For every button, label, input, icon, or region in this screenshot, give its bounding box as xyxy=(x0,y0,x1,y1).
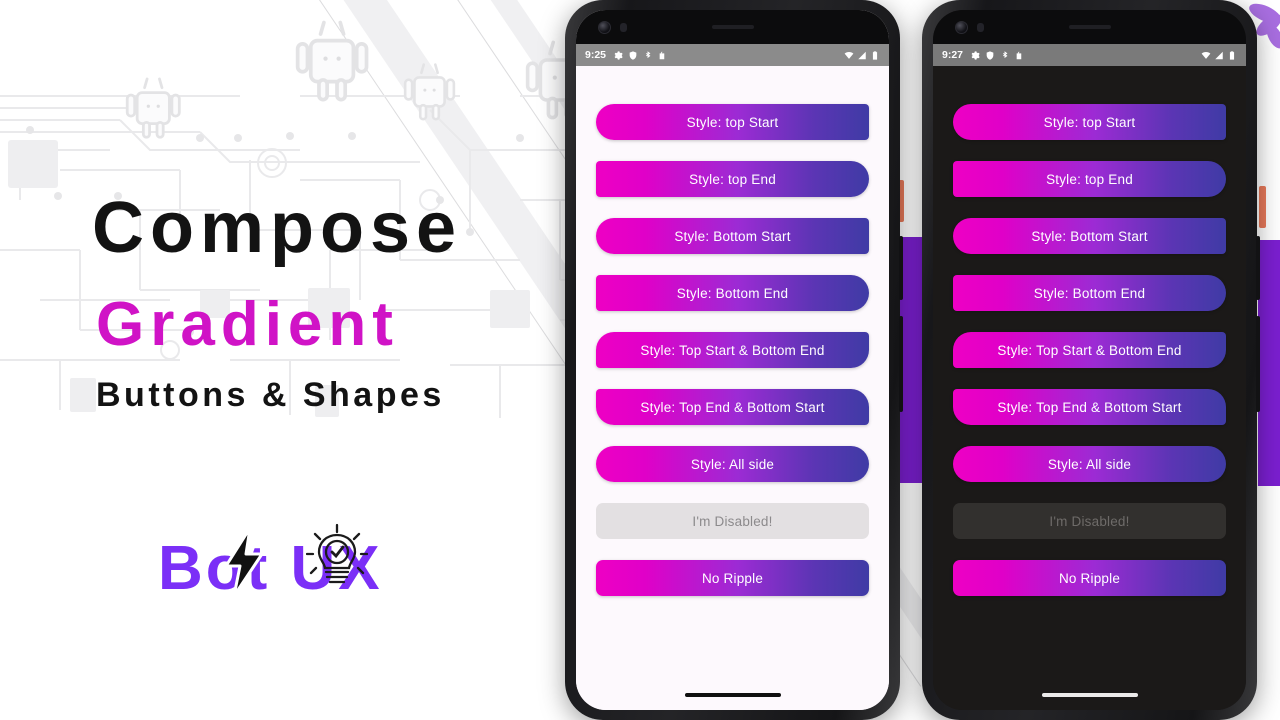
gesture-pill[interactable] xyxy=(684,693,781,697)
phone-dark: 9:27 Style: top Start Style: top End Sty… xyxy=(922,0,1260,720)
phone-screen-dark: 9:27 Style: top Start Style: top End Sty… xyxy=(933,10,1246,710)
gradient-button-top-end-bottom-start[interactable]: Style: Top End & Bottom Start xyxy=(953,389,1226,425)
camera-icon xyxy=(598,21,611,34)
gradient-button-bottom-start[interactable]: Style: Bottom Start xyxy=(596,218,869,254)
promo-banner: Compose Gradient Buttons & Shapes Bot UX xyxy=(0,0,1280,720)
gradient-button-top-start-bottom-end[interactable]: Style: Top Start & Bottom End xyxy=(953,332,1226,368)
page-title: Compose xyxy=(92,188,463,268)
bluetooth-icon xyxy=(1003,50,1008,58)
orange-accent-right xyxy=(1259,186,1266,228)
phone-screen-light: 9:25 Style: top Start Style: top End Sty… xyxy=(576,10,889,710)
gradient-button-top-start-bottom-end[interactable]: Style: Top Start & Bottom End xyxy=(596,332,869,368)
bag-icon xyxy=(1016,51,1022,59)
status-right-icons xyxy=(1201,50,1237,61)
battery-icon xyxy=(872,50,878,60)
button-list-dark: Style: top Start Style: top End Style: B… xyxy=(933,66,1246,680)
gradient-button-top-end-bottom-start[interactable]: Style: Top End & Bottom Start xyxy=(596,389,869,425)
no-ripple-button[interactable]: No Ripple xyxy=(953,560,1226,596)
phone-power-button[interactable] xyxy=(899,236,903,300)
bluetooth-icon xyxy=(646,50,651,58)
status-bar: 9:27 xyxy=(933,44,1246,66)
gesture-pill[interactable] xyxy=(1041,693,1138,697)
gradient-button-all-side[interactable]: Style: All side xyxy=(953,446,1226,482)
status-right-icons xyxy=(844,50,880,61)
shield-icon xyxy=(986,50,994,60)
purple-accent-block-right xyxy=(1258,240,1280,486)
bag-icon xyxy=(659,51,665,59)
brand-logo: Bot UX xyxy=(158,523,388,622)
signal-icon xyxy=(1215,51,1223,59)
page-tagline: Buttons & Shapes xyxy=(96,376,445,414)
page-subtitle: Gradient xyxy=(96,290,399,359)
phone-bezel-top xyxy=(576,10,889,44)
lightning-bolt-icon xyxy=(224,526,264,598)
gradient-button-top-start[interactable]: Style: top Start xyxy=(596,104,869,140)
lightbulb-check-icon xyxy=(306,523,368,584)
gradient-button-all-side[interactable]: Style: All side xyxy=(596,446,869,482)
sensor-icon xyxy=(977,23,984,32)
gesture-nav-bar xyxy=(576,680,889,710)
speaker-grille-icon xyxy=(711,25,754,29)
wifi-icon xyxy=(844,51,854,59)
gradient-button-bottom-end[interactable]: Style: Bottom End xyxy=(596,275,869,311)
gradient-button-top-end[interactable]: Style: top End xyxy=(953,161,1226,197)
camera-icon xyxy=(955,21,968,34)
phone-power-button[interactable] xyxy=(1256,236,1260,300)
gesture-nav-bar xyxy=(933,680,1246,710)
phone-bezel-top xyxy=(933,10,1246,44)
no-ripple-button[interactable]: No Ripple xyxy=(596,560,869,596)
battery-icon xyxy=(1229,50,1235,60)
speaker-grille-icon xyxy=(1068,25,1111,29)
status-time: 9:25 xyxy=(585,49,607,61)
gradient-button-top-start[interactable]: Style: top Start xyxy=(953,104,1226,140)
shield-icon xyxy=(629,50,637,60)
gradient-button-bottom-end[interactable]: Style: Bottom End xyxy=(953,275,1226,311)
status-bar: 9:25 xyxy=(576,44,889,66)
status-time: 9:27 xyxy=(942,49,964,61)
disabled-button: I'm Disabled! xyxy=(953,503,1226,539)
phone-volume-button[interactable] xyxy=(1256,316,1260,412)
gradient-button-bottom-start[interactable]: Style: Bottom Start xyxy=(953,218,1226,254)
gear-icon xyxy=(971,50,980,60)
sensor-icon xyxy=(620,23,627,32)
hero-text-block: Compose Gradient Buttons & Shapes xyxy=(92,192,562,412)
gear-icon xyxy=(614,50,623,60)
gradient-button-top-end[interactable]: Style: top End xyxy=(596,161,869,197)
wifi-icon xyxy=(1201,51,1211,59)
signal-icon xyxy=(858,51,866,59)
disabled-button: I'm Disabled! xyxy=(596,503,869,539)
phone-light: 9:25 Style: top Start Style: top End Sty… xyxy=(565,0,903,720)
button-list-light: Style: top Start Style: top End Style: B… xyxy=(576,66,889,680)
phone-volume-button[interactable] xyxy=(899,316,903,412)
